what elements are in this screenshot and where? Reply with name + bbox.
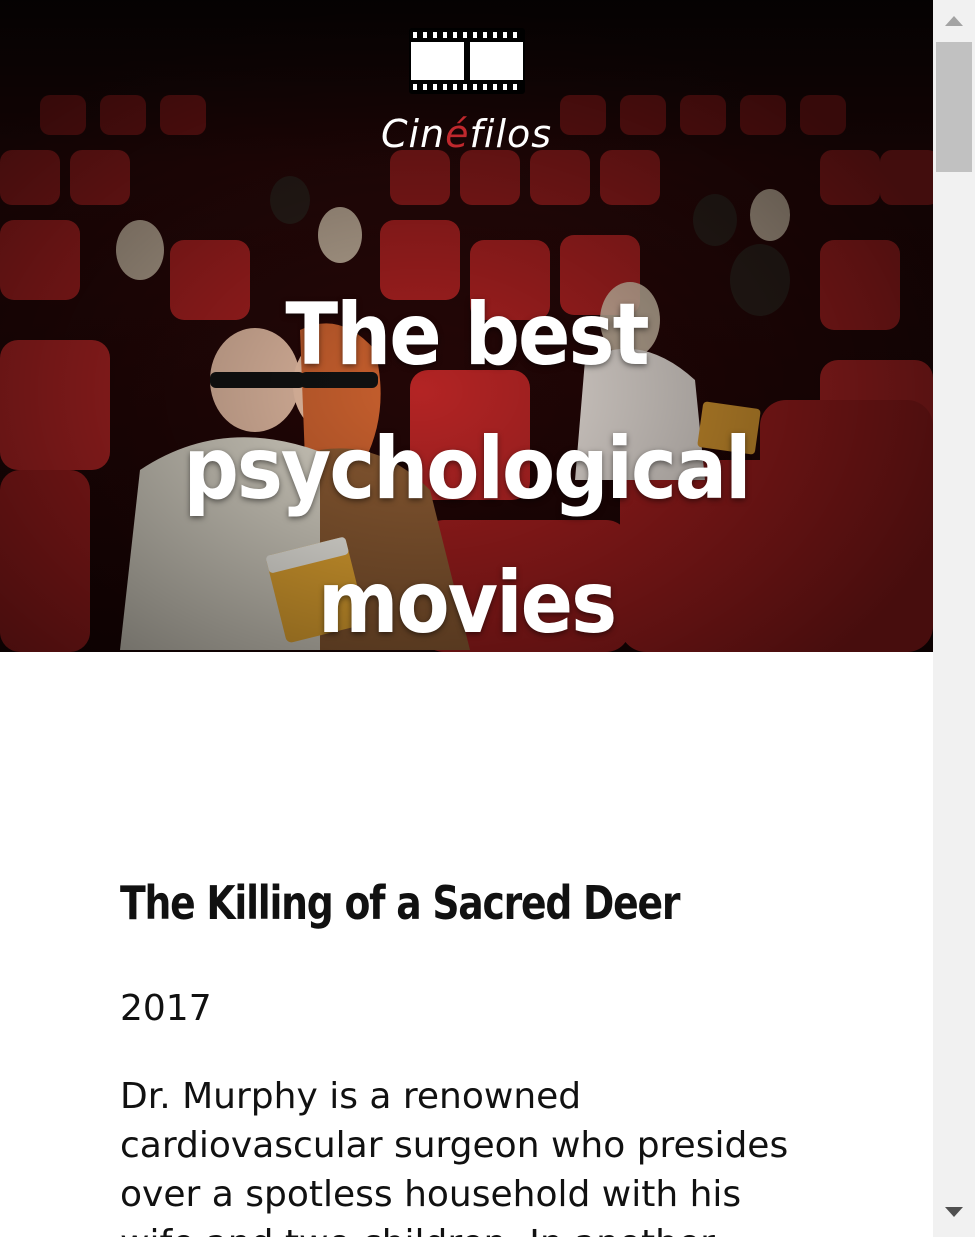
scroll-up-arrow-icon[interactable] (933, 0, 975, 42)
film-strip-icon (408, 28, 525, 94)
logo-text-part-2: filos (469, 112, 553, 156)
page-viewport: Cinéfilos The best psychological movies … (0, 0, 933, 1237)
movie-description: Dr. Murphy is a renowned cardiovascular … (120, 1076, 789, 1237)
movie-title: The Killing of a Sacred Deer (120, 876, 680, 930)
hero-banner: Cinéfilos The best psychological movies (0, 0, 933, 652)
logo-text-accent: é (445, 112, 470, 156)
vertical-scrollbar[interactable] (933, 0, 975, 1237)
logo-text-part-1: Cin (380, 112, 446, 156)
scrollbar-thumb[interactable] (936, 42, 972, 172)
scroll-down-arrow-icon[interactable] (933, 1195, 975, 1237)
movie-entry: The Killing of a Sacred Deer 2017 Dr. Mu… (120, 870, 840, 1237)
movie-year: 2017 (120, 988, 212, 1029)
site-logo-text: Cinéfilos (0, 112, 933, 156)
hero-title: The best psychological movies (183, 285, 751, 652)
site-logo[interactable]: Cinéfilos (0, 28, 933, 156)
